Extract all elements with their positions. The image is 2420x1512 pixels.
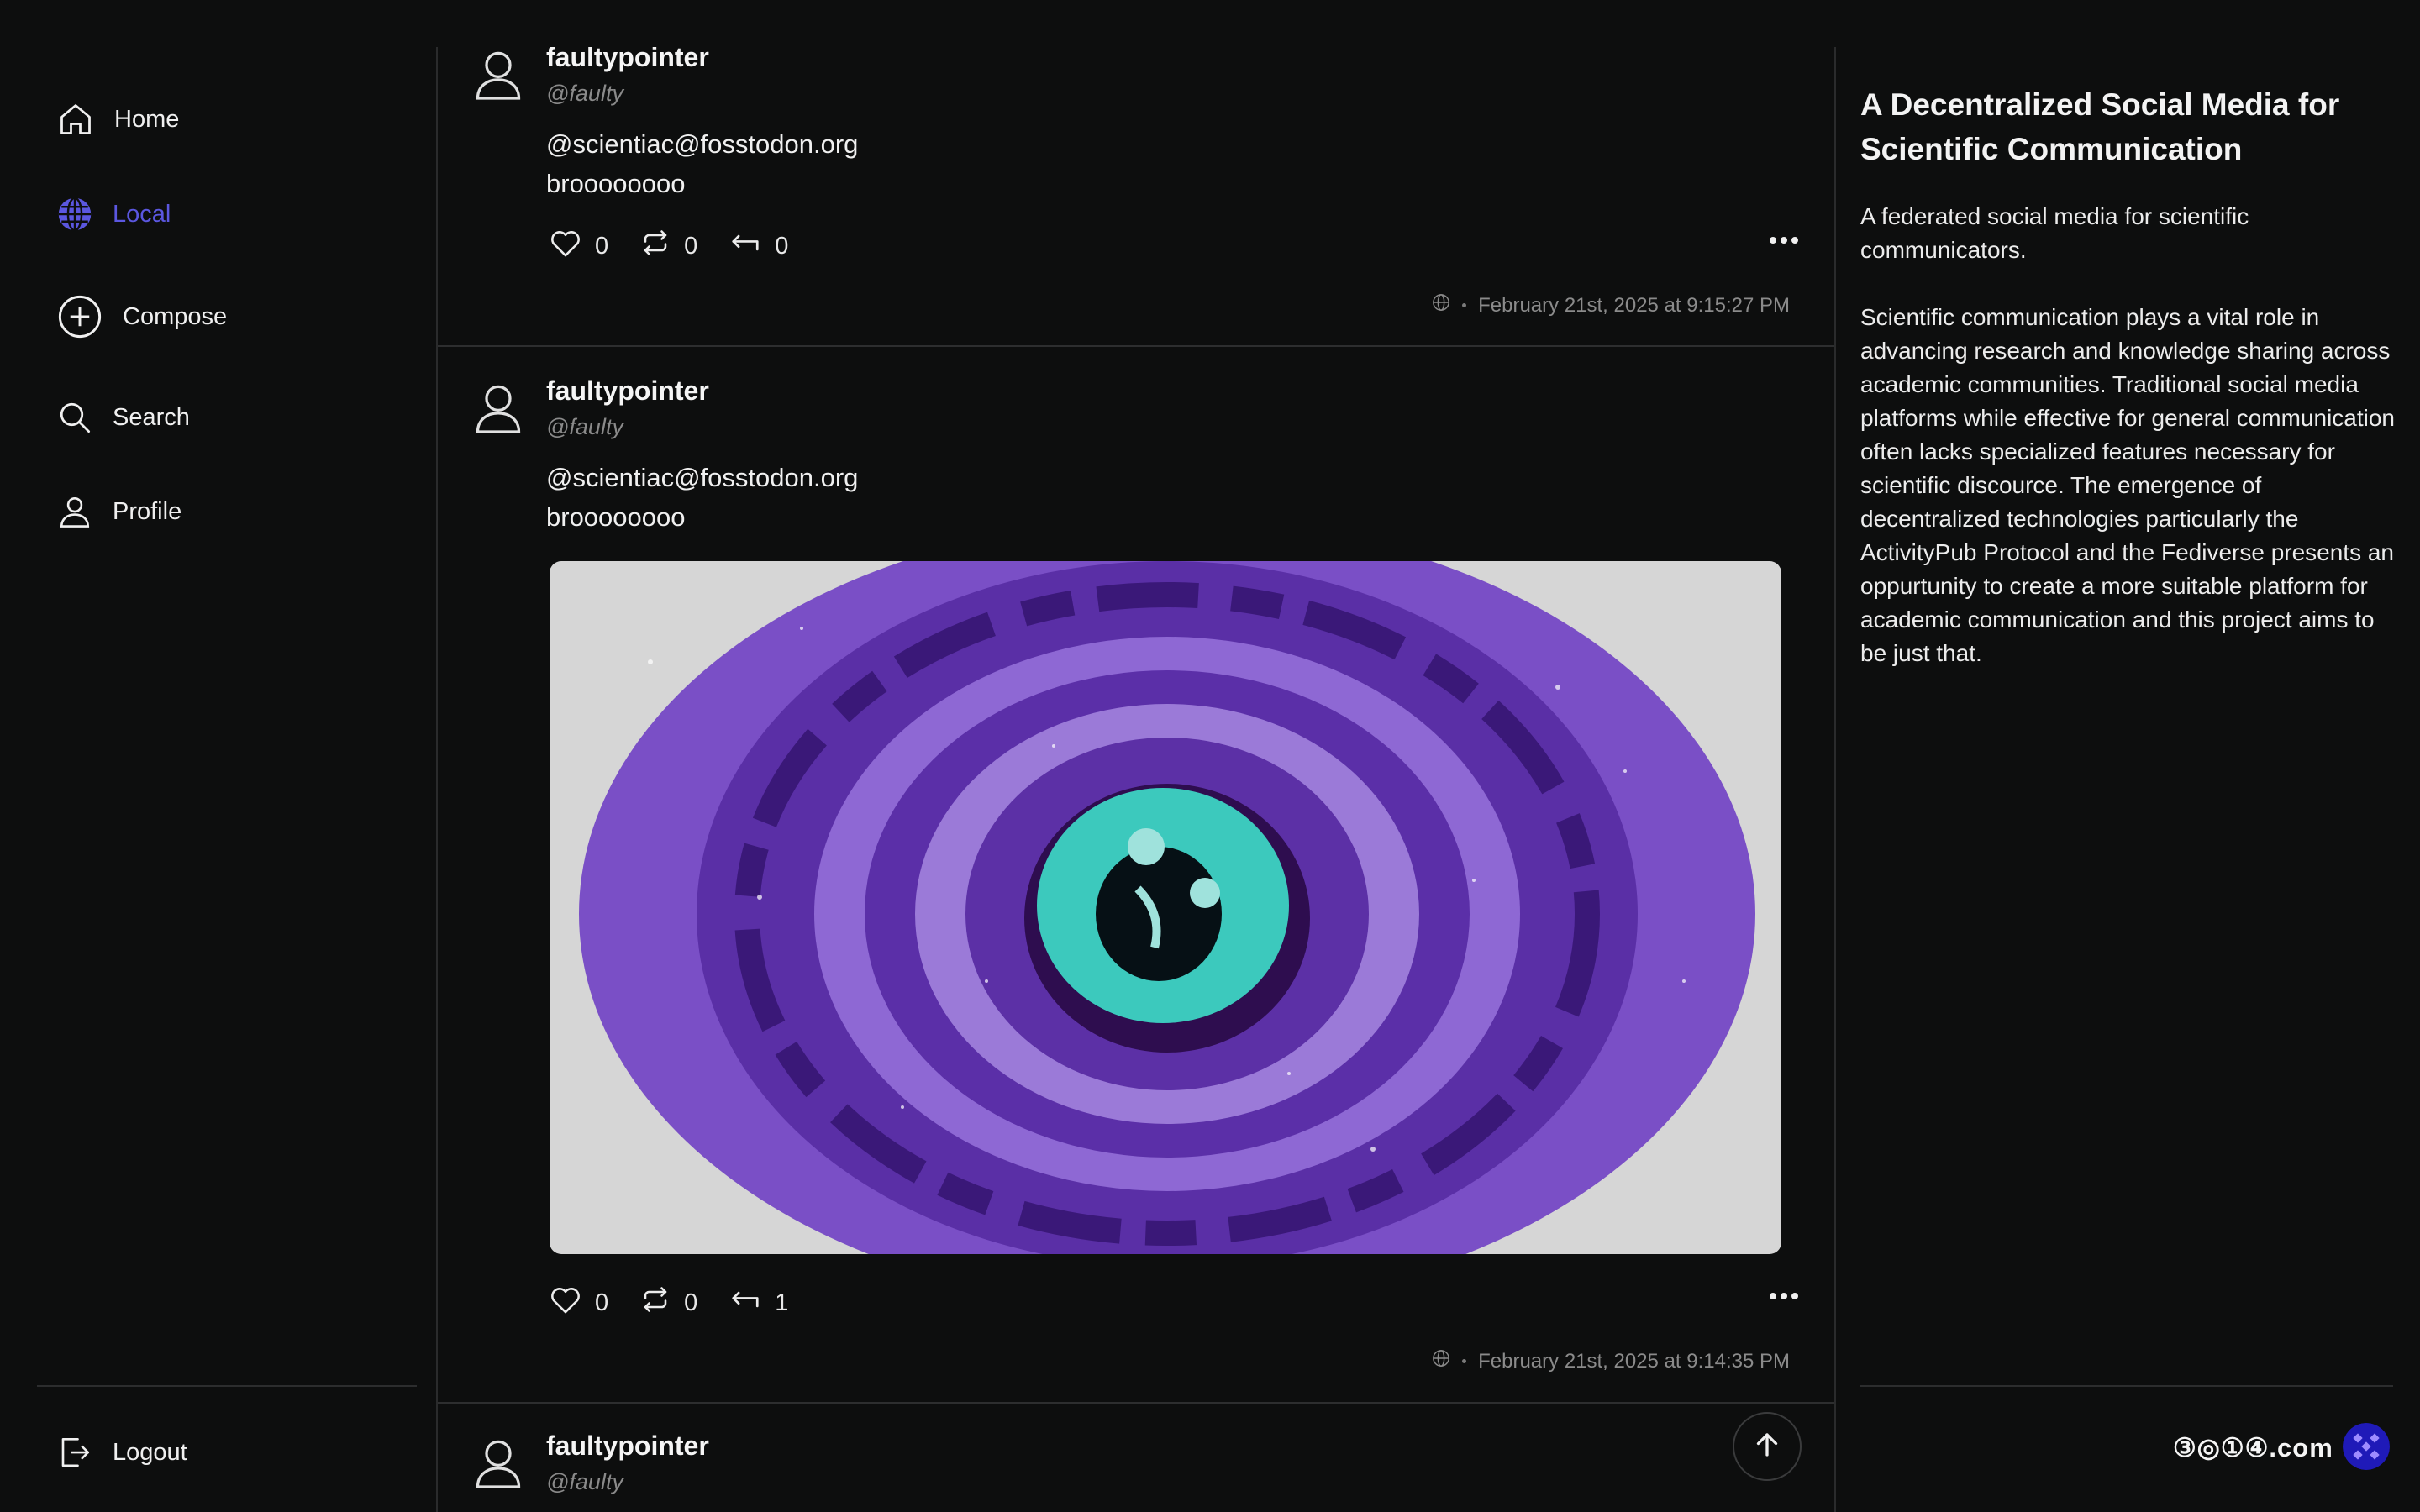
post-text: broooooooo xyxy=(546,169,686,198)
boost-count: 0 xyxy=(684,1289,698,1316)
post-meta: February 21st, 2025 at 9:15:27 PM xyxy=(1432,293,1790,318)
avatar-icon[interactable] xyxy=(475,1437,522,1494)
nav-profile-label: Profile xyxy=(113,497,182,525)
boost-button[interactable]: 0 xyxy=(640,1285,697,1320)
sidebar: Home Local Compose Search Profile Logout xyxy=(0,0,437,1512)
about-panel: A Decentralized Social Media for Scienti… xyxy=(1860,0,2398,1512)
home-icon xyxy=(57,101,94,138)
brand-logo-icon[interactable] xyxy=(2343,1423,2390,1470)
post-timestamp[interactable]: February 21st, 2025 at 9:15:27 PM xyxy=(1478,294,1790,318)
post: faultypointer @faulty xyxy=(438,1404,1834,1512)
scroll-to-top-button[interactable] xyxy=(1733,1412,1802,1481)
nav-profile[interactable]: Profile xyxy=(57,494,182,529)
heart-icon xyxy=(550,1284,581,1321)
globe-small-icon xyxy=(1432,293,1450,318)
reply-count: 0 xyxy=(775,232,789,260)
nav-logout[interactable]: Logout xyxy=(57,1435,187,1470)
like-button[interactable]: 0 xyxy=(550,228,608,265)
repeat-icon xyxy=(640,1285,671,1320)
plus-circle-icon xyxy=(57,294,103,339)
post-handle[interactable]: @faulty xyxy=(546,81,623,107)
post-author[interactable]: faultypointer xyxy=(546,47,709,73)
logout-icon xyxy=(57,1435,92,1470)
more-options-icon[interactable] xyxy=(1769,234,1799,249)
post: faultypointer @faulty @scientiac@fosstod… xyxy=(438,47,1834,346)
meta-separator xyxy=(1462,303,1467,307)
about-title: A Decentralized Social Media for Scienti… xyxy=(1860,87,2340,166)
nav-home[interactable]: Home xyxy=(57,101,179,138)
reply-button[interactable]: 1 xyxy=(729,1287,788,1319)
user-icon xyxy=(57,494,92,529)
about-subtitle: A federated social media for scientific … xyxy=(1860,203,2249,263)
meta-separator xyxy=(1462,1359,1467,1363)
reply-count: 1 xyxy=(775,1289,789,1316)
brand-name[interactable]: ③◎①④.com xyxy=(2173,1433,2333,1463)
avatar-icon[interactable] xyxy=(475,382,522,438)
post-author[interactable]: faultypointer xyxy=(546,1431,709,1462)
repeat-icon xyxy=(640,228,671,264)
nav-search-label: Search xyxy=(113,403,190,431)
right-divider xyxy=(1860,1385,2393,1387)
post-handle[interactable]: @faulty xyxy=(546,414,623,440)
reply-button[interactable]: 0 xyxy=(729,230,788,262)
nav-logout-label: Logout xyxy=(113,1438,187,1466)
nav-local-label: Local xyxy=(113,200,171,228)
sidebar-divider xyxy=(37,1385,417,1387)
post-author[interactable]: faultypointer xyxy=(546,375,709,407)
post-actions: 0 0 0 xyxy=(550,228,820,265)
post-mention[interactable]: @scientiac@fosstodon.org xyxy=(546,463,858,493)
feed: faultypointer @faulty @scientiac@fosstod… xyxy=(436,47,1836,1512)
like-count: 0 xyxy=(595,1289,609,1316)
search-icon xyxy=(57,400,92,435)
avatar-icon[interactable] xyxy=(475,49,522,105)
reply-icon xyxy=(729,230,761,262)
post: faultypointer @faulty @scientiac@fosstod… xyxy=(438,347,1834,1402)
nav-compose-label: Compose xyxy=(123,302,228,330)
post-mention[interactable]: @scientiac@fosstodon.org xyxy=(546,129,858,160)
boost-count: 0 xyxy=(684,232,698,260)
reply-icon xyxy=(729,1287,761,1319)
post-actions: 0 0 1 xyxy=(550,1284,820,1321)
like-count: 0 xyxy=(595,232,609,260)
post-timestamp[interactable]: February 21st, 2025 at 9:14:35 PM xyxy=(1478,1350,1790,1373)
nav-home-label: Home xyxy=(114,105,180,133)
post-image[interactable] xyxy=(550,561,1781,1254)
arrow-up-icon xyxy=(1752,1430,1782,1464)
like-button[interactable]: 0 xyxy=(550,1284,608,1321)
post-meta: February 21st, 2025 at 9:14:35 PM xyxy=(1432,1349,1790,1373)
nav-search[interactable]: Search xyxy=(57,400,190,435)
app-root: Home Local Compose Search Profile Logout… xyxy=(0,0,2420,1512)
globe-icon xyxy=(57,197,92,232)
globe-small-icon xyxy=(1432,1349,1450,1373)
heart-icon xyxy=(550,228,581,265)
boost-button[interactable]: 0 xyxy=(640,228,697,264)
nav-compose[interactable]: Compose xyxy=(57,294,227,339)
post-handle[interactable]: @faulty xyxy=(546,1469,623,1495)
about-body: Scientific communication plays a vital r… xyxy=(1860,304,2396,666)
nav-local[interactable]: Local xyxy=(57,197,171,232)
post-text: broooooooo xyxy=(546,502,686,532)
more-options-icon[interactable] xyxy=(1769,1289,1799,1305)
